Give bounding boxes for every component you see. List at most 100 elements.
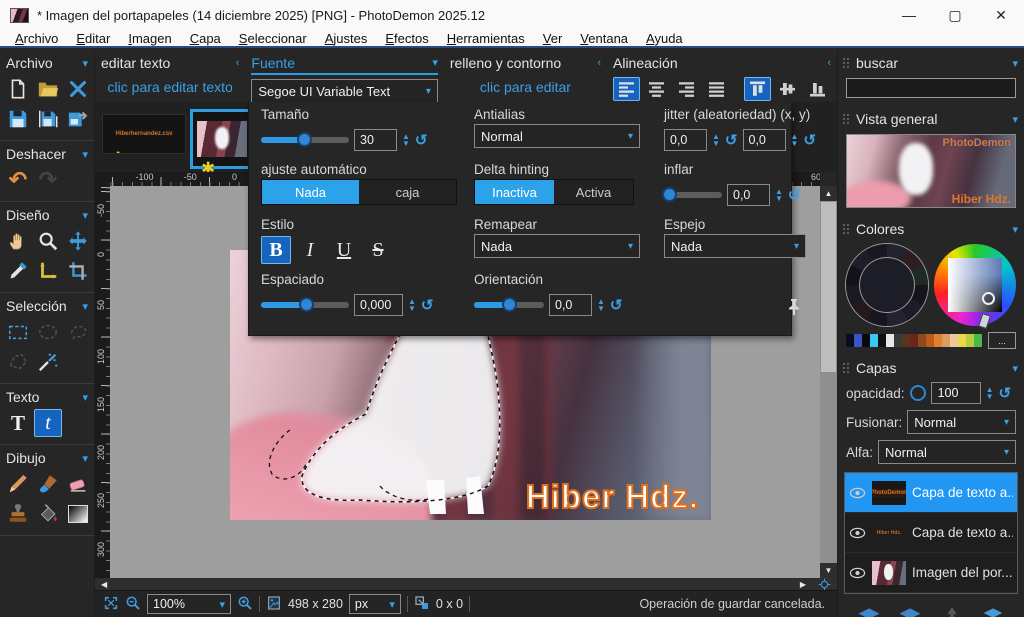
delete-layer-icon[interactable]	[893, 605, 927, 617]
unit-dropdown[interactable]: px ▾	[349, 594, 401, 614]
add-layer-icon[interactable]	[852, 605, 886, 617]
overview-preview[interactable]: PhotoDemon Hiber Hdz.	[846, 134, 1016, 208]
menu-ventana[interactable]: Ventana	[571, 31, 637, 46]
clone-stamp-tool-icon[interactable]	[4, 500, 32, 528]
palette-swatch[interactable]	[918, 334, 926, 347]
jitter-x-reset-icon[interactable]: ↺	[725, 131, 738, 149]
save-tool-icon[interactable]	[4, 105, 32, 133]
minimize-button[interactable]: —	[886, 0, 932, 30]
collapse-left-icon[interactable]: ‹	[236, 57, 240, 69]
orientation-stepper[interactable]: ▲▼	[597, 298, 605, 312]
menu-ver[interactable]: Ver	[534, 31, 572, 46]
vscroll-thumb[interactable]	[821, 202, 836, 372]
chevron-down-icon[interactable]: ▾	[82, 57, 88, 70]
center-canvas-icon[interactable]	[812, 578, 837, 591]
horizontal-scrollbar[interactable]: ◀ ▶	[95, 578, 837, 590]
palette-swatch[interactable]	[910, 334, 918, 347]
search-input[interactable]	[846, 78, 1016, 98]
zoom-tool-icon[interactable]	[34, 227, 62, 255]
image-tab-1[interactable]: Hiberhernandez.csv ✱	[102, 114, 186, 154]
align-middle-icon[interactable]	[774, 77, 801, 101]
fill-tool-icon[interactable]	[34, 500, 62, 528]
palette-swatch[interactable]	[942, 334, 950, 347]
palette-swatch[interactable]	[854, 334, 862, 347]
align-center-icon[interactable]	[643, 77, 670, 101]
inflate-slider[interactable]	[664, 192, 722, 198]
inflate-reset-icon[interactable]: ↺	[788, 186, 801, 204]
undo-tool-icon[interactable]: ↶	[4, 166, 32, 194]
chevron-down-icon[interactable]: ▾	[1012, 362, 1018, 375]
palette-swatch[interactable]	[966, 334, 974, 347]
hinting-inactiva-button[interactable]: Inactiva	[475, 180, 554, 204]
autofit-caja-button[interactable]: caja	[359, 180, 456, 204]
menu-editar[interactable]: Editar	[67, 31, 119, 46]
hinting-activa-button[interactable]: Activa	[554, 180, 633, 204]
jitter-x-input[interactable]: 0,0	[664, 129, 707, 151]
chevron-down-icon[interactable]: ▾	[1012, 113, 1018, 126]
palette-more-button[interactable]: ...	[988, 332, 1016, 349]
export-tool-icon[interactable]	[64, 105, 92, 133]
select-rect-tool-icon[interactable]	[4, 318, 32, 346]
spacing-stepper[interactable]: ▲▼	[408, 298, 416, 312]
fill-outline-link[interactable]: clic para editar	[450, 73, 601, 95]
bold-button[interactable]: B	[261, 236, 291, 264]
color-history-wheel[interactable]	[846, 244, 928, 326]
chevron-down-icon[interactable]: ▾	[82, 300, 88, 313]
pin-panel-icon[interactable]	[786, 298, 802, 319]
fit-to-window-icon[interactable]	[103, 595, 119, 614]
color-picker-tool-icon[interactable]	[4, 257, 32, 285]
collapse-left-icon[interactable]: ‹	[597, 57, 601, 69]
menu-seleccionar[interactable]: Seleccionar	[230, 31, 316, 46]
jitter-y-reset-icon[interactable]: ↺	[803, 131, 816, 149]
scroll-right-icon[interactable]: ▶	[794, 580, 812, 589]
palette-swatch[interactable]	[958, 334, 966, 347]
palette-swatch[interactable]	[886, 334, 894, 347]
opacity-knob[interactable]	[910, 385, 926, 401]
palette-swatch[interactable]	[862, 334, 870, 347]
align-bottom-icon[interactable]	[804, 77, 831, 101]
image-tab-2-selected[interactable]: ✱	[190, 109, 254, 169]
crop-tool-icon[interactable]	[64, 257, 92, 285]
palette-swatch[interactable]	[894, 334, 902, 347]
collapse-left-icon[interactable]: ‹	[827, 57, 831, 69]
strikethrough-button[interactable]: S	[363, 236, 393, 264]
paintbrush-tool-icon[interactable]	[34, 470, 62, 498]
hue-notch[interactable]	[978, 313, 991, 329]
measure-tool-icon[interactable]	[34, 257, 62, 285]
spacing-input[interactable]: 0,000	[354, 294, 403, 316]
align-justify-icon[interactable]	[703, 77, 730, 101]
underline-button[interactable]: U	[329, 236, 359, 264]
text-advanced-tool-icon[interactable]: t	[34, 409, 62, 437]
opacity-input[interactable]: 100	[931, 382, 981, 404]
palette-swatch[interactable]	[950, 334, 958, 347]
opacity-reset-icon[interactable]: ↺	[998, 384, 1011, 402]
align-right-icon[interactable]	[673, 77, 700, 101]
orientation-reset-icon[interactable]: ↺	[610, 296, 623, 314]
jitter-y-input[interactable]: 0,0	[743, 129, 786, 151]
chevron-down-icon[interactable]: ▾	[432, 56, 438, 69]
spacing-reset-icon[interactable]: ↺	[421, 296, 434, 314]
layer-row[interactable]: Hiber Hdz.Capa de texto a...	[845, 513, 1017, 553]
scroll-down-icon[interactable]: ▼	[820, 563, 837, 578]
jitter-y-stepper[interactable]: ▲▼	[791, 133, 799, 147]
move-layer-up-icon[interactable]	[935, 605, 969, 617]
opacity-stepper[interactable]: ▲▼	[986, 386, 994, 400]
menu-imagen[interactable]: Imagen	[119, 31, 180, 46]
palette-swatch[interactable]	[974, 334, 982, 347]
autofit-nada-button[interactable]: Nada	[262, 180, 359, 204]
color-indicator[interactable]	[982, 292, 995, 305]
open-image-tool-icon[interactable]	[34, 75, 62, 103]
menu-herramientas[interactable]: Herramientas	[438, 31, 534, 46]
jitter-x-stepper[interactable]: ▲▼	[712, 133, 720, 147]
layer-visibility-eye-icon[interactable]	[849, 487, 866, 499]
inflate-input[interactable]: 0,0	[727, 184, 770, 206]
layer-row[interactable]: Imagen del por...	[845, 553, 1017, 593]
menu-ayuda[interactable]: Ayuda	[637, 31, 692, 46]
zoom-in-icon[interactable]	[237, 595, 253, 614]
blend-mode-dropdown[interactable]: Normal▾	[907, 410, 1016, 434]
chevron-down-icon[interactable]: ▾	[82, 391, 88, 404]
font-family-dropdown[interactable]: Segoe UI Variable Text ▾	[251, 79, 437, 103]
menu-ajustes[interactable]: Ajustes	[316, 31, 377, 46]
canvas-text-layer[interactable]: Hiber Hdz.	[526, 478, 699, 516]
move-layer-down-icon[interactable]	[976, 605, 1010, 617]
